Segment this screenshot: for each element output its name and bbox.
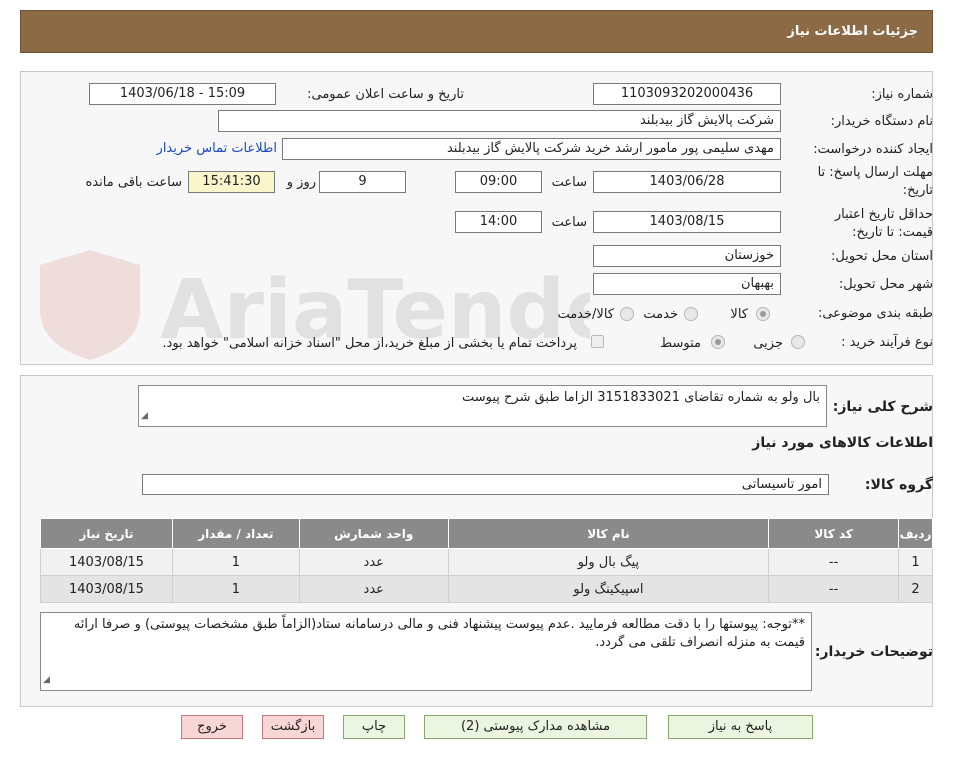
announce-datetime-field: 1403/06/18 - 15:09 xyxy=(89,83,276,105)
page-title: جزئیات اطلاعات نیاز xyxy=(787,24,918,39)
col-code: کد کالا xyxy=(768,518,900,549)
resize-grip-icon[interactable]: ◢ xyxy=(43,671,50,689)
need-number-field: 1103093202000436 xyxy=(593,83,781,105)
table-row: 2 -- اسپیکینگ ولو عدد 1 1403/08/15 xyxy=(40,575,933,603)
col-unit: واحد شمارش xyxy=(298,518,449,549)
exit-button[interactable]: خروج xyxy=(181,715,243,739)
requester-label: ایجاد کننده درخواست: xyxy=(813,142,933,157)
buyer-contact-link[interactable]: اطلاعات تماس خریدار xyxy=(157,141,277,156)
goods-table: ردیف کد کالا نام کالا واحد شمارش تعداد /… xyxy=(40,518,933,603)
days-label: روز و xyxy=(286,175,316,190)
cell-name: اسپیکینگ ولو xyxy=(447,575,770,603)
buyer-notes-text: **توجه: پیوستها را با دقت مطالعه فرمایید… xyxy=(73,617,805,650)
deadline-label-line1: مهلت ارسال پاسخ: تا xyxy=(817,165,933,180)
validity-label-line1: حداقل تاریخ اعتبار xyxy=(834,207,933,222)
validity-time-field: 14:00 xyxy=(455,211,542,233)
deadline-date-field: 1403/06/28 xyxy=(593,171,781,193)
cell-row: 2 xyxy=(898,575,933,603)
remaining-days-field: 9 xyxy=(319,171,406,193)
table-header-row: ردیف کد کالا نام کالا واحد شمارش تعداد /… xyxy=(40,518,933,549)
description-text: بال ولو به شماره تقاضای 3151833021 الزام… xyxy=(461,390,820,405)
cell-qty: 1 xyxy=(171,575,300,603)
category-radio-service[interactable] xyxy=(684,307,698,321)
treasury-checkbox[interactable] xyxy=(591,335,604,348)
deadline-time-label: ساعت xyxy=(551,175,587,190)
cell-date: 1403/08/15 xyxy=(40,575,173,603)
validity-date-field: 1403/08/15 xyxy=(593,211,781,233)
announce-datetime-label: تاریخ و ساعت اعلان عمومی: xyxy=(307,87,464,102)
process-radio-medium[interactable] xyxy=(711,335,725,349)
category-option-service: خدمت xyxy=(643,307,678,322)
cell-code: -- xyxy=(768,575,900,603)
cell-row: 1 xyxy=(898,548,933,576)
cell-name: پیگ بال ولو xyxy=(447,548,770,576)
reply-button[interactable]: پاسخ به نیاز xyxy=(668,715,813,739)
process-option-minor: جزیی xyxy=(753,336,783,351)
view-attachments-button[interactable]: مشاهده مدارک پیوستی (2) xyxy=(424,715,647,739)
category-radio-goods-service[interactable] xyxy=(620,307,634,321)
category-option-goods: کالا xyxy=(730,307,748,322)
back-button[interactable]: بازگشت xyxy=(262,715,324,739)
table-row: 1 -- پیگ بال ولو عدد 1 1403/08/15 xyxy=(40,548,933,576)
col-qty: تعداد / مقدار xyxy=(171,518,300,549)
category-option-goods-service: کالا/خدمت xyxy=(557,307,614,322)
need-number-label: شماره نیاز: xyxy=(871,87,933,102)
deadline-time-field: 09:00 xyxy=(455,171,542,193)
validity-time-label: ساعت xyxy=(551,215,587,230)
remaining-time-field: 15:41:30 xyxy=(188,171,275,193)
print-button[interactable]: چاپ xyxy=(343,715,405,739)
validity-label-line2: قیمت: تا تاریخ: xyxy=(852,225,933,240)
deadline-label-line2: تاریخ: xyxy=(902,183,933,198)
remaining-time-label: ساعت باقی مانده xyxy=(85,175,182,190)
category-radio-goods[interactable] xyxy=(756,307,770,321)
payment-note: پرداخت تمام یا بخشی از مبلغ خرید،از محل … xyxy=(162,336,577,351)
province-label: استان محل تحویل: xyxy=(831,249,933,264)
goods-section-title: اطلاعات کالاهای مورد نیاز xyxy=(752,435,933,451)
description-label: شرح کلی نیاز: xyxy=(832,399,933,415)
buyer-org-label: نام دستگاه خریدار: xyxy=(830,114,933,129)
cell-code: -- xyxy=(768,548,900,576)
city-label: شهر محل تحویل: xyxy=(838,277,933,292)
resize-grip-icon[interactable]: ◢ xyxy=(141,407,148,425)
col-date: تاریخ نیاز xyxy=(40,518,173,549)
process-label: نوع فرآیند خرید : xyxy=(841,335,933,350)
category-label: طبقه بندی موضوعی: xyxy=(817,306,933,321)
buyer-notes-label: توضیحات خریدار: xyxy=(814,644,933,660)
page-header: جزئیات اطلاعات نیاز xyxy=(20,10,933,53)
cell-unit: عدد xyxy=(298,548,449,576)
col-row: ردیف xyxy=(898,518,933,549)
col-name: نام کالا xyxy=(447,518,770,549)
buyer-notes-field: **توجه: پیوستها را با دقت مطالعه فرمایید… xyxy=(40,612,812,691)
goods-group-field: امور تاسیساتی xyxy=(142,474,829,495)
buyer-org-field: شرکت پالایش گاز بیدبلند xyxy=(218,110,781,132)
process-option-medium: متوسط xyxy=(660,336,701,351)
city-field: بهبهان xyxy=(593,273,781,295)
description-field: بال ولو به شماره تقاضای 3151833021 الزام… xyxy=(138,385,827,427)
goods-group-label: گروه کالا: xyxy=(864,477,933,493)
cell-unit: عدد xyxy=(298,575,449,603)
cell-qty: 1 xyxy=(171,548,300,576)
cell-date: 1403/08/15 xyxy=(40,548,173,576)
process-radio-minor[interactable] xyxy=(791,335,805,349)
requester-field: مهدی سلیمی پور مامور ارشد خرید شرکت پالا… xyxy=(282,138,781,160)
province-field: خوزستان xyxy=(593,245,781,267)
